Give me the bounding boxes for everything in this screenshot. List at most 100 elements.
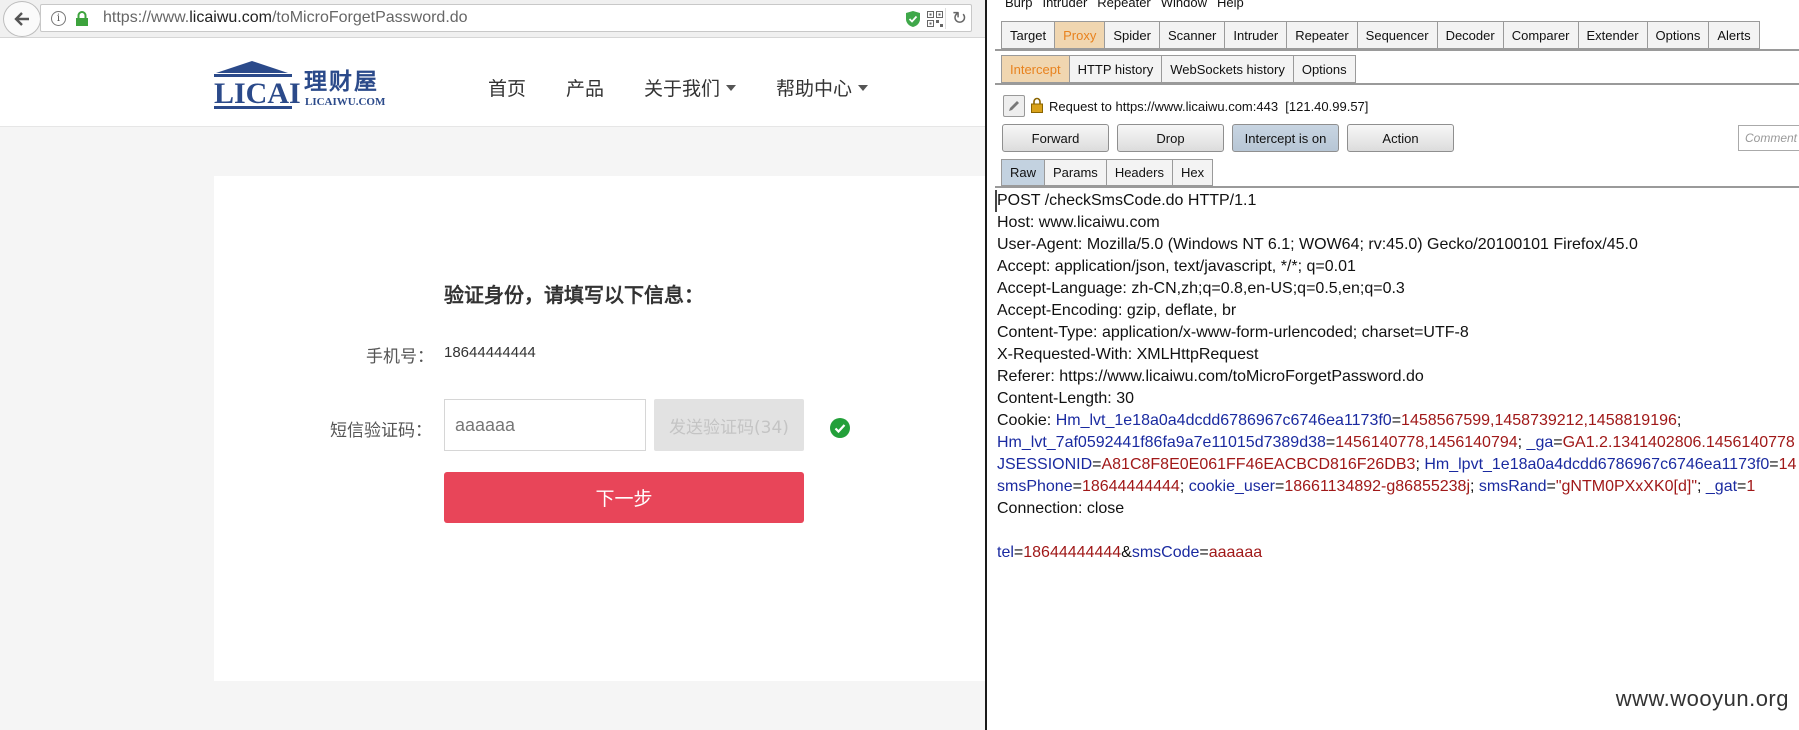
request-text: Accept: application/json, text/javascrip… xyxy=(997,258,1356,275)
tab-separator xyxy=(995,186,1799,188)
param-value: aaaaaa xyxy=(1208,544,1263,561)
param-name: smsPhone xyxy=(997,478,1073,495)
qr-code-icon[interactable] xyxy=(927,11,943,31)
request-text: POST /checkSmsCode.do HTTP/1.1 xyxy=(997,192,1257,209)
tab-intruder[interactable]: Intruder xyxy=(1224,21,1287,49)
tab-separator xyxy=(995,49,1799,51)
param-name: Hm_lvt_7af0592441f86fa9a7e11015d7389d38 xyxy=(997,434,1326,451)
watermark: www.wooyun.org xyxy=(1615,686,1789,711)
tab-http-history[interactable]: HTTP history xyxy=(1068,55,1162,83)
send-code-button[interactable]: 发送验证码(34) xyxy=(654,399,804,451)
site-header: LICAI 理财屋 LICAIWU.COM 首页 产品 关于我们 帮助中心 xyxy=(0,38,985,127)
menu-intruder[interactable]: Intruder xyxy=(1042,0,1087,11)
request-text: Connection: close xyxy=(997,500,1125,517)
tab-params[interactable]: Params xyxy=(1044,159,1106,186)
url-field[interactable]: i https://www.licaiwu.com/toMicroForgetP… xyxy=(40,4,972,32)
tab-intercept[interactable]: Intercept xyxy=(1001,55,1069,83)
request-line: POST /checkSmsCode.do HTTP/1.1 xyxy=(995,190,1799,212)
request-text: ; xyxy=(1697,478,1706,495)
next-step-button[interactable]: 下一步 xyxy=(444,472,804,523)
check-circle-icon xyxy=(830,418,850,438)
request-text: User-Agent: Mozilla/5.0 (Windows NT 6.1;… xyxy=(997,236,1638,253)
phone-value: 18644444444 xyxy=(444,344,536,361)
request-line: User-Agent: Mozilla/5.0 (Windows NT 6.1;… xyxy=(995,234,1799,256)
comment-input[interactable]: Comment xyxy=(1738,125,1799,151)
param-name: smsRand xyxy=(1478,478,1547,495)
caret-down-icon xyxy=(726,84,737,91)
shield-icon[interactable] xyxy=(905,10,921,32)
tab-comparer[interactable]: Comparer xyxy=(1502,21,1578,49)
tab-raw[interactable]: Raw xyxy=(1001,159,1045,186)
request-line: Accept: application/json, text/javascrip… xyxy=(995,256,1799,278)
param-value: 1 xyxy=(1746,478,1756,495)
tab-decoder[interactable]: Decoder xyxy=(1436,21,1503,49)
param-name: Hm_lpvt_1e18a0a4dcdd6786967c6746ea1173f0 xyxy=(1424,456,1770,473)
tab-options[interactable]: Options xyxy=(1646,21,1709,49)
menu-burp[interactable]: Burp xyxy=(1005,0,1032,11)
back-button[interactable] xyxy=(3,1,41,37)
tab-spider[interactable]: Spider xyxy=(1104,21,1159,49)
request-text: ; xyxy=(1676,412,1682,429)
param-name: _ga xyxy=(1526,434,1554,451)
sms-code-label: 短信验证码： xyxy=(330,421,432,441)
tab-sequencer[interactable]: Sequencer xyxy=(1356,21,1437,49)
phone-label: 手机号： xyxy=(366,347,434,367)
nav-home[interactable]: 首页 xyxy=(488,74,526,101)
tab-target[interactable]: Target xyxy=(1001,21,1055,49)
forward-button[interactable]: Forward xyxy=(1002,124,1109,152)
request-line: JSESSIONID = A81C8F8E0E061FF46EACBCD816F26… xyxy=(995,454,1799,476)
info-icon[interactable]: i xyxy=(51,11,66,26)
url-text: https://www.licaiwu.com/toMicroForgetPas… xyxy=(103,9,468,26)
nav-about[interactable]: 关于我们 xyxy=(644,74,737,101)
request-text: X-Requested-With: XMLHttpRequest xyxy=(997,346,1259,363)
intercept-toggle-button[interactable]: Intercept is on xyxy=(1232,124,1339,152)
request-text: Content-Length: 30 xyxy=(997,390,1134,407)
param-name: smsCode xyxy=(1131,544,1200,561)
request-text: = xyxy=(1325,434,1336,451)
request-text: = xyxy=(1013,544,1024,561)
nav-help[interactable]: 帮助中心 xyxy=(776,74,869,101)
sms-code-input[interactable]: aaaaaa xyxy=(444,399,646,451)
request-text: ; xyxy=(1179,478,1189,495)
tab-repeater[interactable]: Repeater xyxy=(1286,21,1357,49)
pencil-icon[interactable] xyxy=(1003,95,1025,117)
menu-help[interactable]: Help xyxy=(1217,0,1244,11)
tab-separator xyxy=(995,83,1799,85)
tab-hex[interactable]: Hex xyxy=(1171,159,1214,186)
tab-websockets-history[interactable]: WebSockets history xyxy=(1161,55,1293,83)
request-line: Hm_lvt_7af0592441f86fa9a7e11015d7389d38=… xyxy=(995,432,1799,454)
request-line: smsPhone=18644444444; cookie_user=186611… xyxy=(995,476,1799,498)
request-text: = xyxy=(1391,412,1402,429)
request-line: Host: www.licaiwu.com xyxy=(995,212,1799,234)
param-name: _gat xyxy=(1705,478,1738,495)
action-button[interactable]: Action xyxy=(1347,124,1454,152)
secure-lock-icon[interactable] xyxy=(75,11,89,31)
site-logo[interactable]: LICAI 理财屋 LICAIWU.COM xyxy=(212,59,402,111)
drop-button[interactable]: Drop xyxy=(1117,124,1224,152)
raw-request-editor[interactable]: POST /checkSmsCode.do HTTP/1.1 Host: www.… xyxy=(995,190,1799,730)
request-line: Accept-Encoding: gzip, deflate, br xyxy=(995,300,1799,322)
param-value: 18644444444 xyxy=(1023,544,1122,561)
request-text: Host: www.licaiwu.com xyxy=(997,214,1160,231)
tab-proxy-options[interactable]: Options xyxy=(1292,55,1356,83)
tab-scanner[interactable]: Scanner xyxy=(1158,21,1225,49)
request-text: = xyxy=(1737,478,1747,495)
request-text: = xyxy=(1199,544,1209,561)
request-text: & xyxy=(1121,544,1132,561)
request-line: Content-Type: application/x-www-form-url… xyxy=(995,322,1799,344)
split-divider xyxy=(985,0,995,730)
tab-alerts[interactable]: Alerts xyxy=(1708,21,1760,49)
request-text: = xyxy=(1072,478,1082,495)
tab-extender[interactable]: Extender xyxy=(1577,21,1647,49)
reload-icon[interactable]: ↻ xyxy=(944,8,967,29)
nav-products[interactable]: 产品 xyxy=(566,74,604,101)
tab-headers[interactable]: Headers xyxy=(1105,159,1172,186)
param-value: 18661134892-g86855238j xyxy=(1284,478,1471,495)
menu-repeater[interactable]: Repeater xyxy=(1097,0,1150,11)
message-view-tabs: Raw Params Headers Hex xyxy=(1001,159,1214,186)
tab-proxy[interactable]: Proxy xyxy=(1054,21,1105,49)
request-text: Accept-Language: zh-CN,zh;q=0.8,en-US;q=… xyxy=(997,280,1405,297)
param-value: 1456140778,1456140794 xyxy=(1335,434,1518,451)
param-value: 18644444444 xyxy=(1081,478,1180,495)
menu-window[interactable]: Window xyxy=(1161,0,1207,11)
